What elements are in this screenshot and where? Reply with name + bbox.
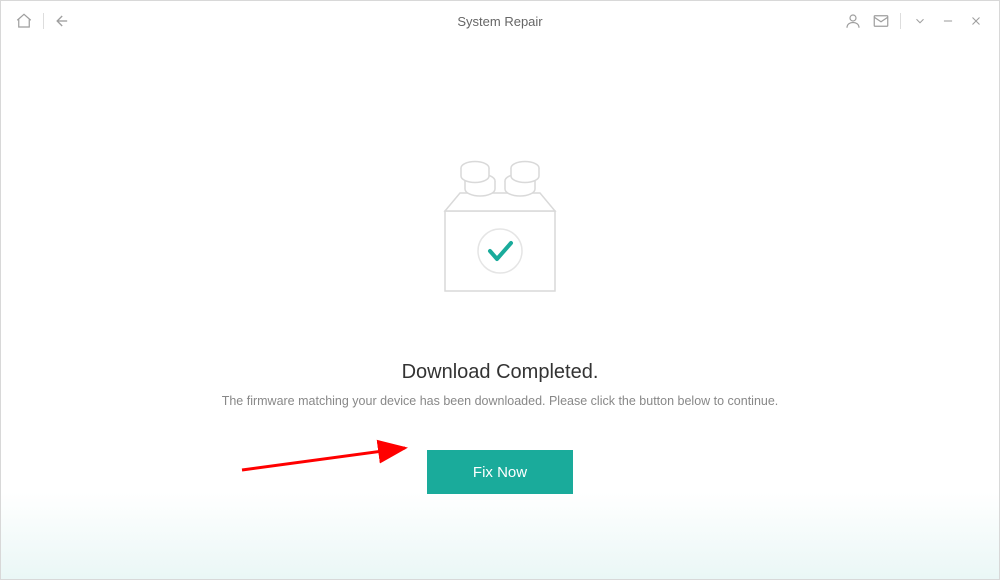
user-icon[interactable] [842, 10, 864, 32]
minimize-icon[interactable] [937, 10, 959, 32]
titlebar-separator [43, 13, 44, 29]
main-content: Download Completed. The firmware matchin… [1, 41, 999, 579]
home-icon[interactable] [13, 10, 35, 32]
chevron-down-icon[interactable] [909, 10, 931, 32]
back-icon[interactable] [52, 10, 74, 32]
titlebar-right [842, 10, 987, 32]
status-heading: Download Completed. [402, 361, 599, 384]
fix-now-button[interactable]: Fix Now [427, 450, 573, 494]
firmware-box-illustration [425, 151, 575, 311]
window-title: System Repair [457, 14, 542, 29]
titlebar-separator [900, 13, 901, 29]
titlebar: System Repair [1, 1, 999, 41]
close-icon[interactable] [965, 10, 987, 32]
status-subtext: The firmware matching your device has be… [222, 394, 779, 408]
mail-icon[interactable] [870, 10, 892, 32]
app-window: System Repair [0, 0, 1000, 580]
titlebar-left [13, 10, 74, 32]
